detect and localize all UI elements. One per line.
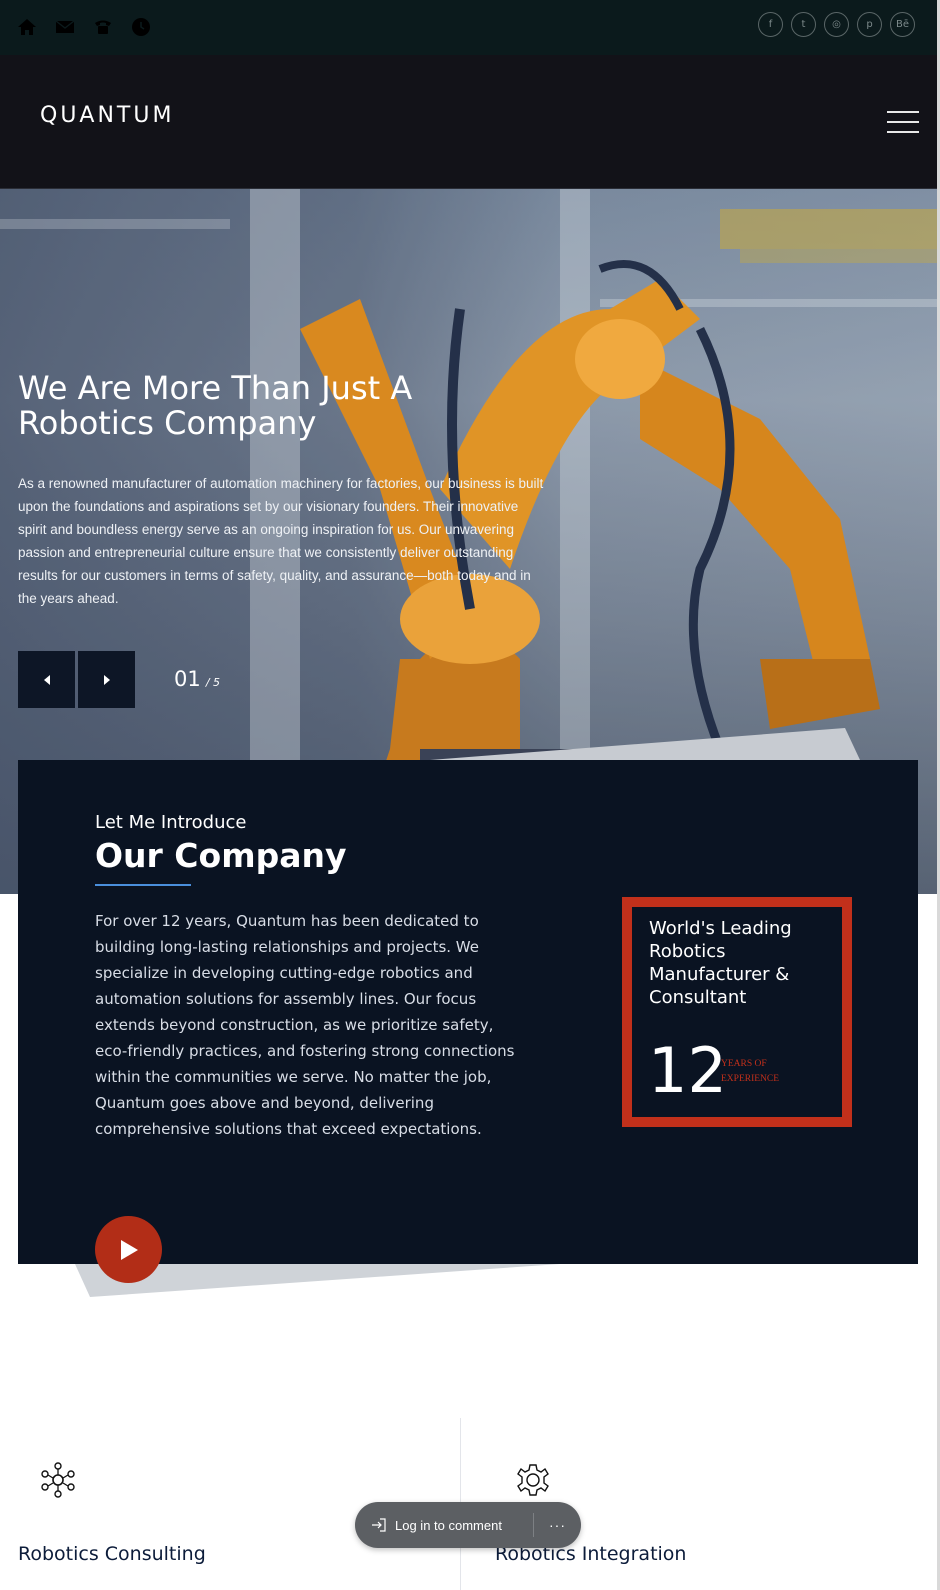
badge-lead: World's Leading Robotics Manufacturer & … xyxy=(649,918,792,1008)
facebook-icon[interactable]: f xyxy=(758,12,783,37)
badge-number: 12 xyxy=(648,1034,727,1107)
slider-next-button[interactable] xyxy=(78,651,135,708)
hero-description: As a renowned manufacturer of automation… xyxy=(18,476,544,606)
more-options-button[interactable]: ··· xyxy=(534,1502,581,1548)
envelope-icon[interactable] xyxy=(54,16,76,38)
home-icon[interactable] xyxy=(16,16,38,38)
experience-badge: World's Leading Robotics Manufacturer & … xyxy=(622,897,852,1127)
logo[interactable]: QUANTUM xyxy=(40,103,174,128)
phone-icon[interactable] xyxy=(92,16,114,38)
site-header: QUANTUM xyxy=(0,55,937,189)
play-icon xyxy=(120,1239,138,1260)
network-nodes-icon xyxy=(41,1462,75,1498)
play-video-button[interactable] xyxy=(95,1216,162,1283)
intro-heading: Our Company xyxy=(95,836,347,875)
caret-right-icon xyxy=(103,674,110,685)
social-links: f t ◎ p Bē xyxy=(758,12,915,37)
intro-card: Let Me Introduce Our Company For over 12… xyxy=(18,760,918,1283)
contact-icons xyxy=(16,16,152,38)
slide-counter: 01 / 5 xyxy=(174,667,220,691)
intro-body: For over 12 years, Quantum has been dedi… xyxy=(95,912,515,1138)
slide-counter-current: 01 xyxy=(174,667,201,691)
service-title-consulting[interactable]: Robotics Consulting xyxy=(18,1543,206,1565)
badge-suffix: YEARS OF EXPERIENCE xyxy=(721,1059,780,1084)
intro-kicker: Let Me Introduce xyxy=(95,812,247,833)
instagram-icon[interactable]: ◎ xyxy=(824,12,849,37)
heading-underline xyxy=(95,884,191,886)
top-bar: f t ◎ p Bē xyxy=(0,0,937,55)
hamburger-icon[interactable] xyxy=(887,111,919,133)
slide-counter-total: / 5 xyxy=(205,676,221,689)
gear-cog-icon xyxy=(517,1464,549,1496)
caret-left-icon xyxy=(43,674,50,685)
menu-line xyxy=(887,131,919,133)
hero-title: We Are More Than Just A Robotics Company xyxy=(18,369,413,442)
login-label: Log in to comment xyxy=(395,1517,502,1533)
login-icon xyxy=(372,1518,386,1532)
menu-line xyxy=(887,121,919,123)
pinterest-icon[interactable]: p xyxy=(857,12,882,37)
menu-line xyxy=(887,111,919,113)
clock-icon[interactable] xyxy=(130,16,152,38)
comment-pill: Log in to comment ··· xyxy=(355,1502,581,1548)
login-to-comment-button[interactable]: Log in to comment xyxy=(355,1502,533,1548)
behance-icon[interactable]: Bē xyxy=(890,12,915,37)
twitter-icon[interactable]: t xyxy=(791,12,816,37)
slider-prev-button[interactable] xyxy=(18,651,75,708)
